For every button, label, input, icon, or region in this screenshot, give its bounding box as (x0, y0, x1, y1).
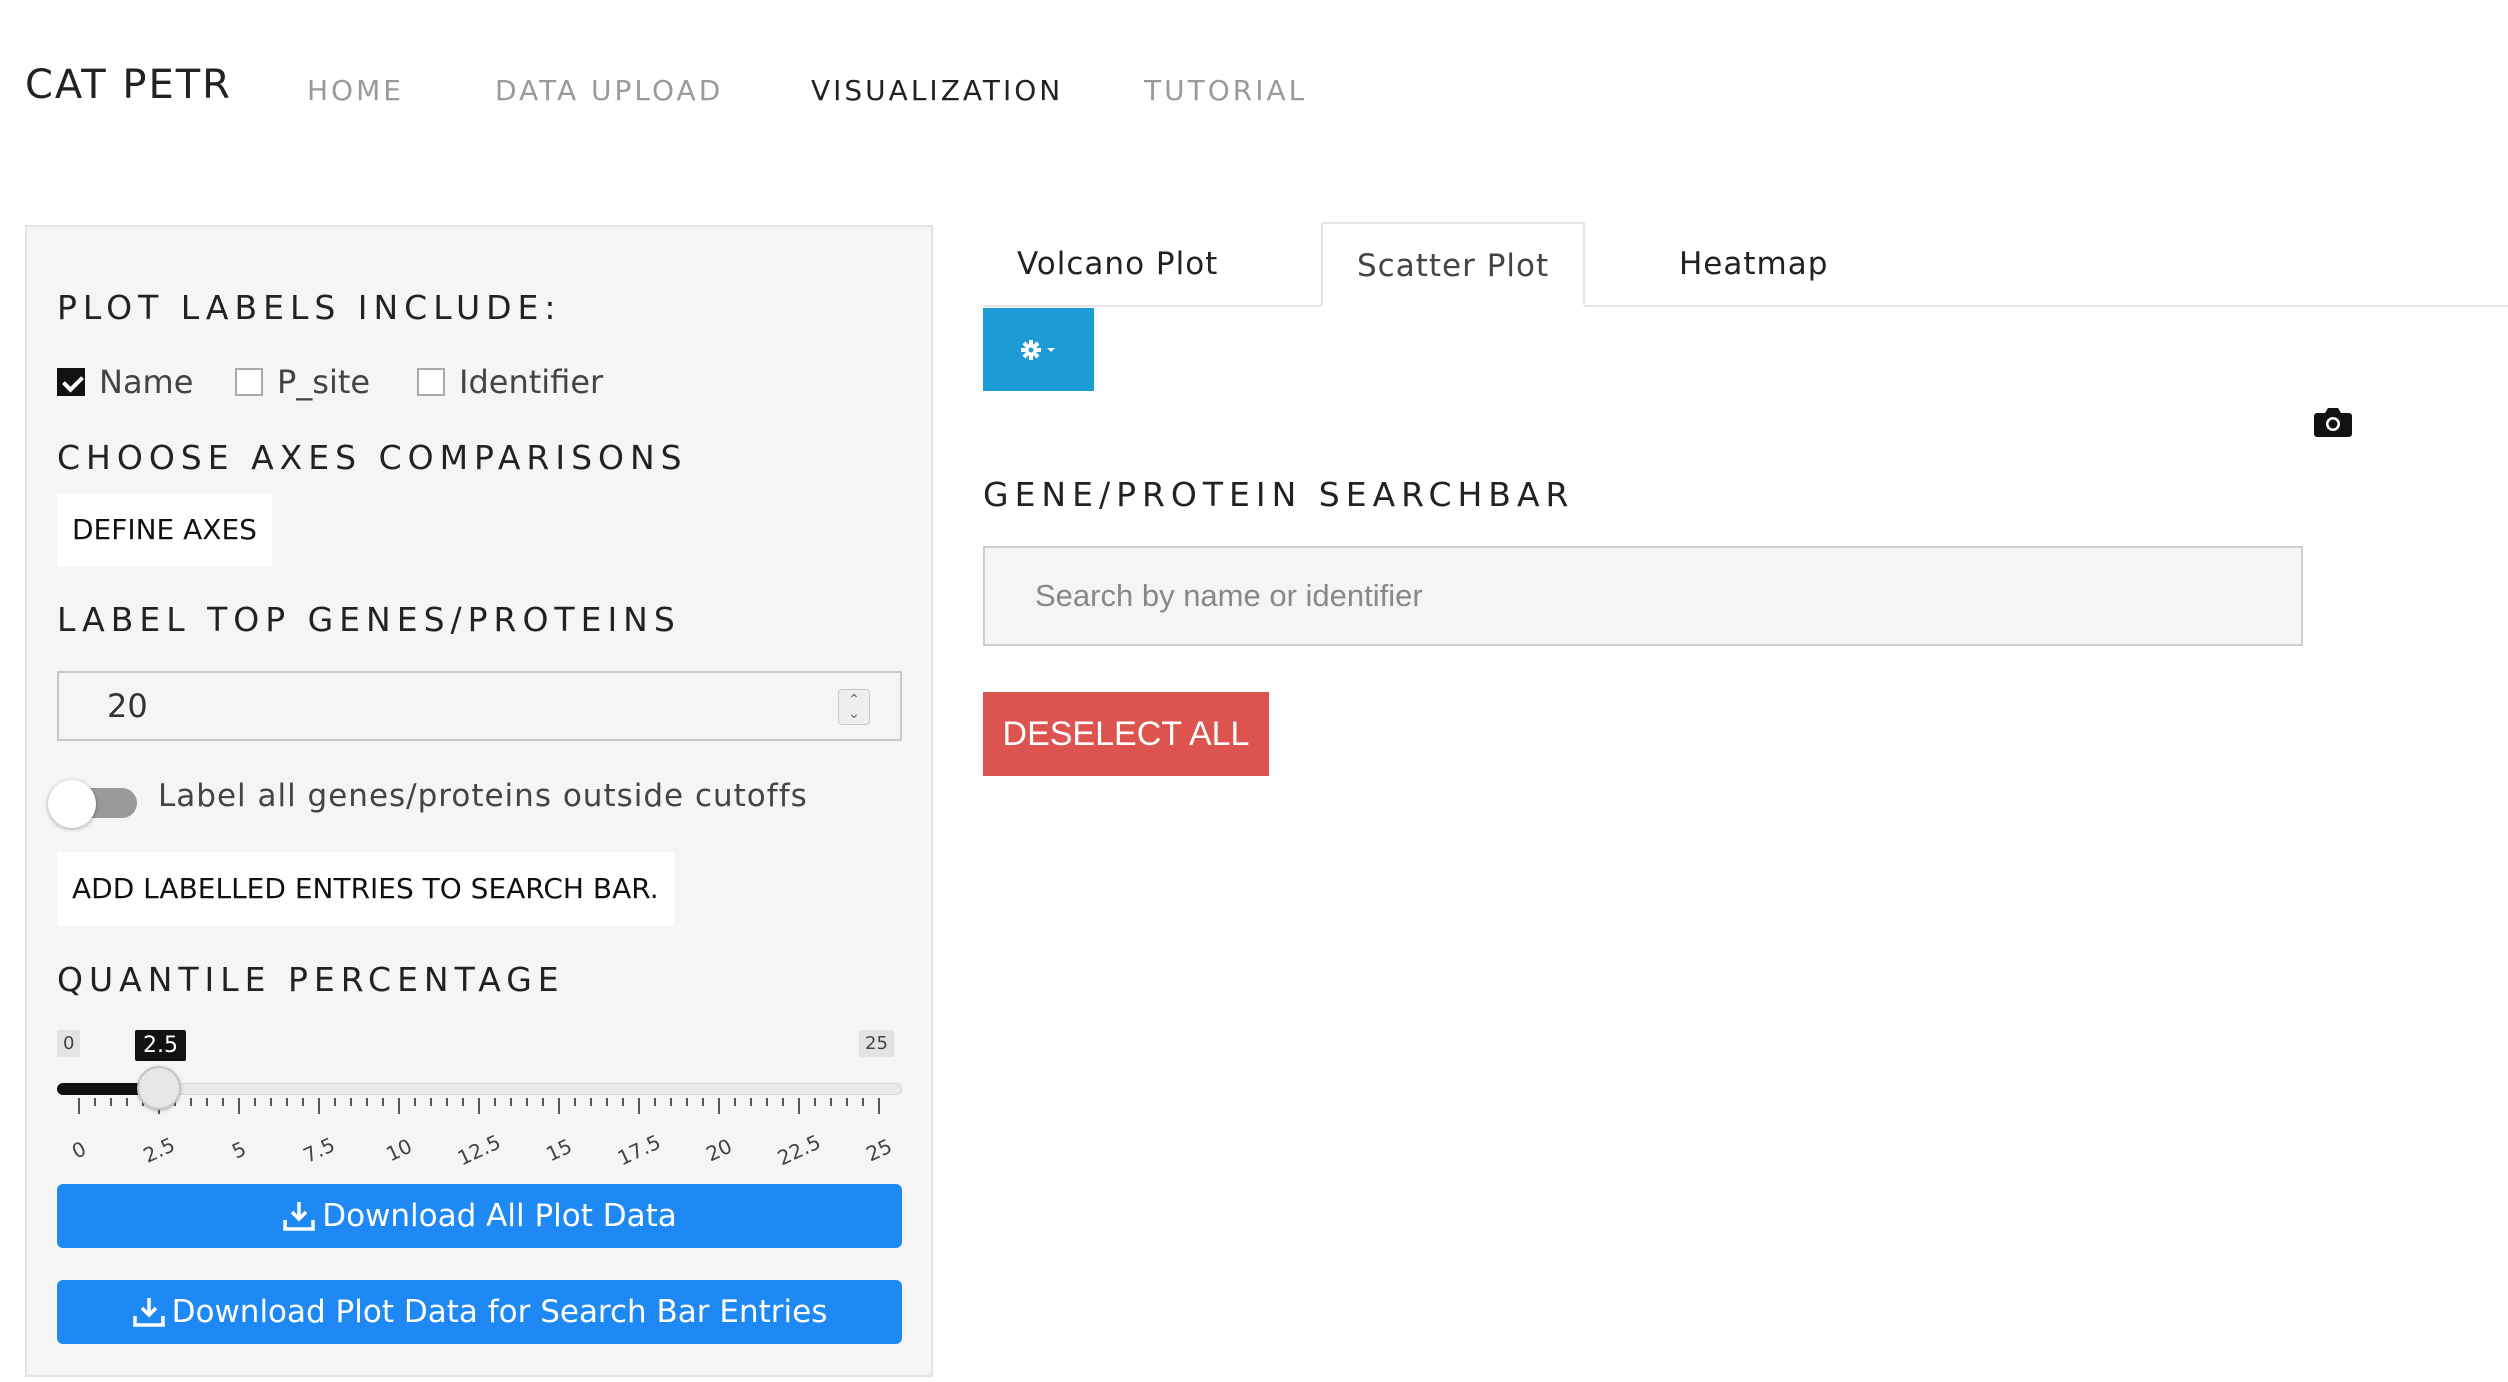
slider-minor-tick (670, 1098, 672, 1106)
quantile-heading: QUANTILE PERCENTAGE (57, 960, 565, 999)
slider-handle[interactable] (137, 1066, 181, 1110)
slider-minor-tick (206, 1098, 208, 1106)
spinner-down-icon[interactable]: ⌄ (848, 707, 860, 721)
checkbox-identifier[interactable]: Identifier (417, 363, 603, 401)
checkbox-name-box[interactable] (57, 368, 85, 396)
number-spinner[interactable]: ⌃ ⌄ (838, 689, 870, 725)
slider-minor-tick (190, 1098, 192, 1106)
slider-minor-tick (414, 1098, 416, 1106)
slider-value-label: 2.5 (135, 1030, 186, 1061)
slider-major-tick (878, 1098, 880, 1114)
slider-minor-tick (590, 1098, 592, 1106)
slider-track[interactable] (57, 1083, 902, 1095)
spinner-up-icon[interactable]: ⌃ (848, 693, 860, 707)
slider-minor-tick (382, 1098, 384, 1106)
checkbox-p-site-box[interactable] (235, 368, 263, 396)
brand-title[interactable]: CAT PETR (25, 62, 232, 108)
slider-minor-tick (366, 1098, 368, 1106)
slider-minor-tick (126, 1098, 128, 1106)
axes-heading: CHOOSE AXES COMPARISONS (57, 438, 688, 477)
toggle-label: Label all genes/proteins outside cutoffs (158, 778, 808, 814)
search-heading: GENE/PROTEIN SEARCHBAR (983, 475, 1575, 514)
settings-dropdown-button[interactable] (983, 308, 1094, 391)
nav-tutorial[interactable]: TUTORIAL (1144, 74, 1307, 107)
slider-minor-tick (222, 1098, 224, 1106)
checkbox-p-site-label: P_site (277, 363, 371, 401)
checkbox-identifier-box[interactable] (417, 368, 445, 396)
label-top-heading: LABEL TOP GENES/PROTEINS (57, 600, 681, 639)
slider-minor-tick (734, 1098, 736, 1106)
checkbox-identifier-label: Identifier (459, 363, 604, 401)
deselect-all-button[interactable]: DESELECT ALL (983, 692, 1269, 776)
slider-minor-tick (846, 1098, 848, 1106)
camera-icon-svg (2314, 408, 2352, 437)
slider-major-tick (478, 1098, 480, 1114)
download-all-label: Download All Plot Data (322, 1198, 677, 1234)
slider-major-tick (638, 1098, 640, 1114)
slider-minor-tick (110, 1098, 112, 1106)
slider-major-tick (798, 1098, 800, 1114)
slider-minor-tick (94, 1098, 96, 1106)
checkbox-p-site[interactable]: P_site (235, 363, 370, 401)
slider-minor-tick (574, 1098, 576, 1106)
download-icon (132, 1298, 165, 1327)
tab-scatter-plot[interactable]: Scatter Plot (1321, 222, 1586, 307)
tab-volcano-plot[interactable]: Volcano Plot (983, 222, 1252, 307)
slider-minor-tick (286, 1098, 288, 1106)
slider-major-tick (398, 1098, 400, 1114)
nav-data-upload[interactable]: DATA UPLOAD (495, 74, 723, 107)
download-search-label: Download Plot Data for Search Bar Entrie… (171, 1294, 828, 1330)
download-search-entries-button[interactable]: Download Plot Data for Search Bar Entrie… (57, 1280, 902, 1344)
slider-minor-tick (254, 1098, 256, 1106)
slider-minor-tick (334, 1098, 336, 1106)
slider-minor-tick (750, 1098, 752, 1106)
slider-major-tick (78, 1098, 80, 1114)
slider-minor-tick (686, 1098, 688, 1106)
slider-minor-tick (814, 1098, 816, 1106)
camera-icon[interactable] (2313, 405, 2353, 443)
slider-minor-tick (270, 1098, 272, 1106)
label-top-value: 20 (107, 687, 148, 725)
slider-major-tick (718, 1098, 720, 1114)
slider-minor-tick (526, 1098, 528, 1106)
slider-minor-tick (510, 1098, 512, 1106)
slider-minor-tick (782, 1098, 784, 1106)
download-icon (283, 1202, 315, 1231)
nav-home[interactable]: HOME (307, 74, 404, 107)
slider-major-tick (238, 1098, 240, 1114)
slider-minor-tick (462, 1098, 464, 1106)
checkbox-name[interactable]: Name (57, 363, 193, 401)
slider-major-tick (318, 1098, 320, 1114)
define-axes-button[interactable]: DEFINE AXES (57, 493, 272, 567)
download-all-button[interactable]: Download All Plot Data (57, 1184, 902, 1248)
slider-minor-tick (830, 1098, 832, 1106)
gear-icon (1020, 339, 1055, 360)
gene-protein-search-input[interactable]: Search by name or identifier (983, 546, 2303, 646)
slider-minor-tick (350, 1098, 352, 1106)
nav-visualization[interactable]: VISUALIZATION (811, 74, 1063, 107)
slider-minor-tick (766, 1098, 768, 1106)
slider-minor-tick (622, 1098, 624, 1106)
slider-minor-tick (542, 1098, 544, 1106)
checkbox-name-label: Name (99, 363, 194, 401)
slider-minor-tick (702, 1098, 704, 1106)
slider-max-label: 25 (859, 1030, 894, 1057)
tab-heatmap[interactable]: Heatmap (1645, 222, 1862, 307)
label-top-input[interactable]: 20 ⌃ ⌄ (57, 671, 902, 741)
slider-major-tick (558, 1098, 560, 1114)
slider-minor-tick (430, 1098, 432, 1106)
slider-min-label: 0 (57, 1030, 81, 1057)
slider-minor-tick (446, 1098, 448, 1106)
slider-minor-tick (302, 1098, 304, 1106)
caret-down-icon (1046, 347, 1055, 352)
slider-minor-tick (654, 1098, 656, 1106)
toggle-knob[interactable] (48, 780, 96, 828)
slider-minor-tick (862, 1098, 864, 1106)
slider-minor-tick (606, 1098, 608, 1106)
add-labelled-entries-button[interactable]: ADD LABELLED ENTRIES TO SEARCH BAR. (57, 852, 674, 926)
plot-labels-heading: PLOT LABELS INCLUDE: (57, 288, 562, 327)
slider-minor-tick (494, 1098, 496, 1106)
